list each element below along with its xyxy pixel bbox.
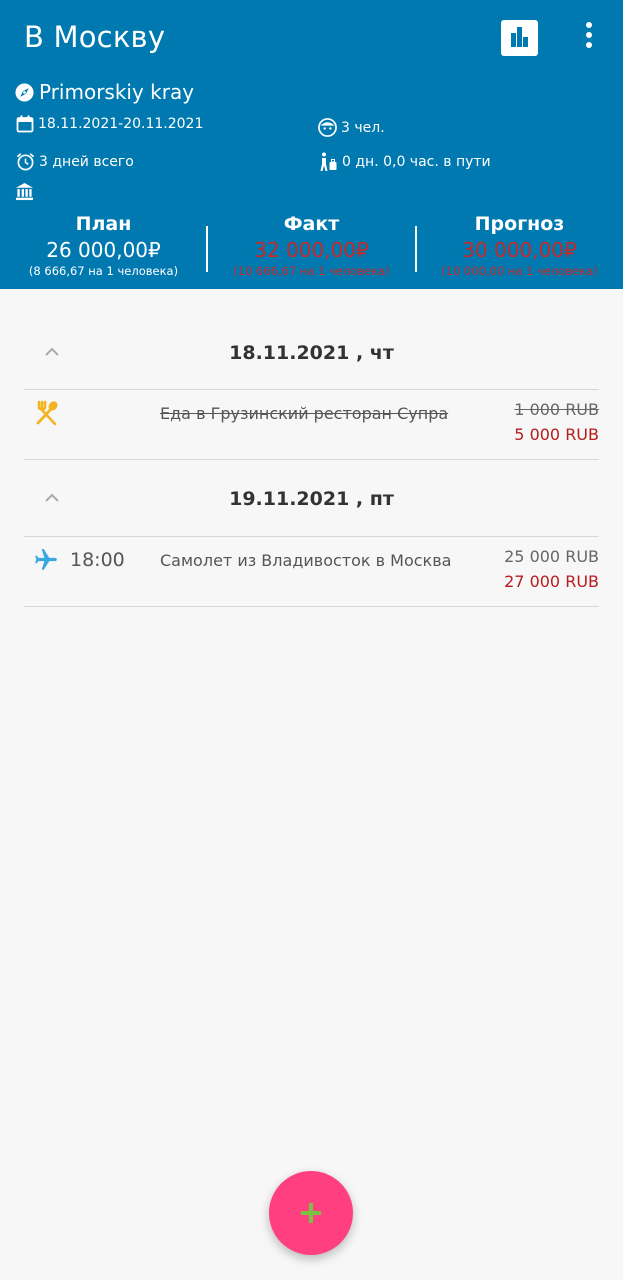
divider (24, 459, 599, 460)
days-total: 3 дней всего (39, 153, 134, 170)
people-count: 3 чел. (341, 119, 385, 136)
forecast-title: Прогноз (474, 213, 565, 235)
region-row: Primorskiy kray (15, 79, 194, 105)
expense-row[interactable]: 18:00 Самолет из Владивосток в Москва 25… (24, 537, 599, 607)
day-date: 18.11.2021 , чт (229, 342, 394, 364)
day-header[interactable]: 19.11.2021 , пт (24, 470, 599, 530)
expense-time: 18:00 (70, 549, 125, 571)
fact-summary: Факт 32 000,00₽ (10 666,67 на 1 человека… (208, 213, 415, 278)
transit-row: 0 дн. 0,0 час. в пути (318, 152, 491, 172)
fact-title: Факт (283, 213, 340, 235)
day-date: 19.11.2021 , пт (229, 488, 394, 510)
food-icon (36, 400, 58, 426)
forecast-summary: Прогноз 30 000,00₽ (10 000,00 на 1 челов… (416, 213, 623, 278)
region-label: Primorskiy kray (39, 80, 195, 104)
days-row: 3 дней всего (16, 152, 134, 171)
plan-summary: План 26 000,00₽ (8 666,67 на 1 человека) (0, 213, 207, 278)
dates-row: 18.11.2021-20.11.2021 (16, 115, 203, 133)
forecast-per-person: (10 000,00 на 1 человека) (441, 264, 598, 278)
statistics-button[interactable] (501, 20, 538, 56)
expense-row[interactable]: Еда в Грузинский ресторан Супра 1 000 RU… (24, 390, 599, 460)
plus-icon (301, 1203, 321, 1223)
planned-amount: 1 000 RUB (514, 400, 599, 419)
calendar-icon (16, 115, 34, 133)
bank-icon[interactable] (15, 182, 34, 201)
expense-label: Самолет из Владивосток в Москва (160, 551, 452, 570)
more-options-button[interactable] (578, 22, 600, 56)
transit-time: 0 дн. 0,0 час. в пути (342, 154, 491, 170)
alarm-clock-icon (16, 153, 35, 171)
forecast-value: 30 000,00₽ (462, 238, 577, 262)
actual-amount: 27 000 RUB (504, 572, 599, 591)
fact-value: 32 000,00₽ (254, 238, 369, 262)
divider (24, 606, 599, 607)
people-row: 3 чел. (318, 118, 385, 137)
compass-icon (15, 82, 34, 102)
more-vertical-icon (578, 22, 600, 48)
person-face-icon (318, 118, 337, 137)
plan-title: План (75, 213, 132, 235)
plan-value: 26 000,00₽ (46, 238, 161, 262)
plan-per-person: (8 666,67 на 1 человека) (28, 264, 179, 278)
actual-amount: 5 000 RUB (514, 425, 599, 444)
traveler-luggage-icon (320, 152, 337, 171)
trip-title: В Москву (24, 20, 166, 54)
airplane-icon (35, 549, 57, 570)
add-expense-button[interactable] (269, 1171, 353, 1255)
expense-label: Еда в Грузинский ресторан Супра (160, 404, 449, 423)
trip-header: В Москву Primorskiy kray 18.11.2021-20.1… (0, 0, 623, 289)
trip-dates: 18.11.2021-20.11.2021 (38, 116, 204, 132)
planned-amount: 25 000 RUB (504, 547, 599, 566)
fact-per-person: (10 666,67 на 1 человека) (233, 264, 390, 278)
bank-row (15, 182, 34, 201)
day-header[interactable]: 18.11.2021 , чт (24, 324, 599, 384)
